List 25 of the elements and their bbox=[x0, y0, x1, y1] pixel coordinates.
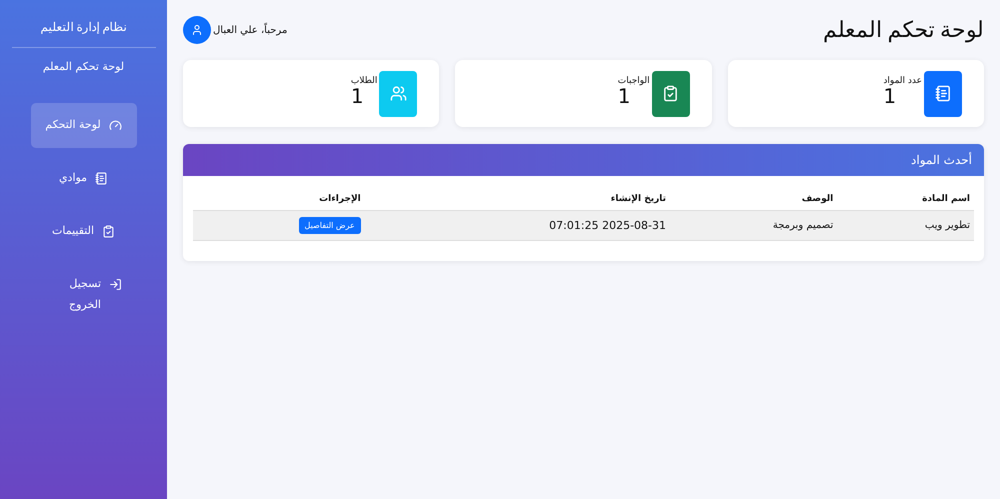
stat-value: 1 bbox=[618, 86, 631, 106]
gauge-icon bbox=[108, 119, 122, 132]
sidebar-subtitle: لوحة تحكم المعلم bbox=[42, 60, 124, 73]
app-title: نظام إدارة التعليم bbox=[12, 20, 156, 48]
table-cell: 2025-08-31 07:01:25 bbox=[364, 210, 670, 240]
nav-item[interactable]: لوحة التحكم bbox=[30, 103, 136, 148]
notebook-icon bbox=[95, 172, 108, 185]
exit-icon bbox=[109, 278, 122, 291]
avatar-button[interactable] bbox=[183, 16, 211, 44]
page-title: لوحة تحكم المعلم bbox=[823, 17, 984, 43]
greeting-text: مرحباً، علي العبال bbox=[213, 24, 288, 36]
nav-item[interactable]: التقييمات bbox=[30, 208, 136, 254]
stat-label: الواجبات bbox=[618, 76, 650, 86]
stat-value: 1 bbox=[883, 86, 896, 106]
user-icon bbox=[191, 24, 203, 36]
table-cell: تطوير ويب bbox=[837, 210, 974, 240]
clipboard-check-icon bbox=[102, 224, 115, 238]
nav-item[interactable]: موادي bbox=[30, 156, 136, 201]
nav-item[interactable]: تسجيل الخروج bbox=[30, 262, 136, 328]
stat-value: 1 bbox=[350, 86, 364, 106]
stat-label: عدد المواد bbox=[883, 76, 922, 86]
stat-label: الطلاب bbox=[350, 76, 378, 86]
table-cell: تصميم وبرمجة bbox=[670, 210, 838, 240]
details-button[interactable]: عرض التفاصيل bbox=[298, 217, 361, 234]
panel-title: أحدث المواد bbox=[911, 153, 972, 167]
